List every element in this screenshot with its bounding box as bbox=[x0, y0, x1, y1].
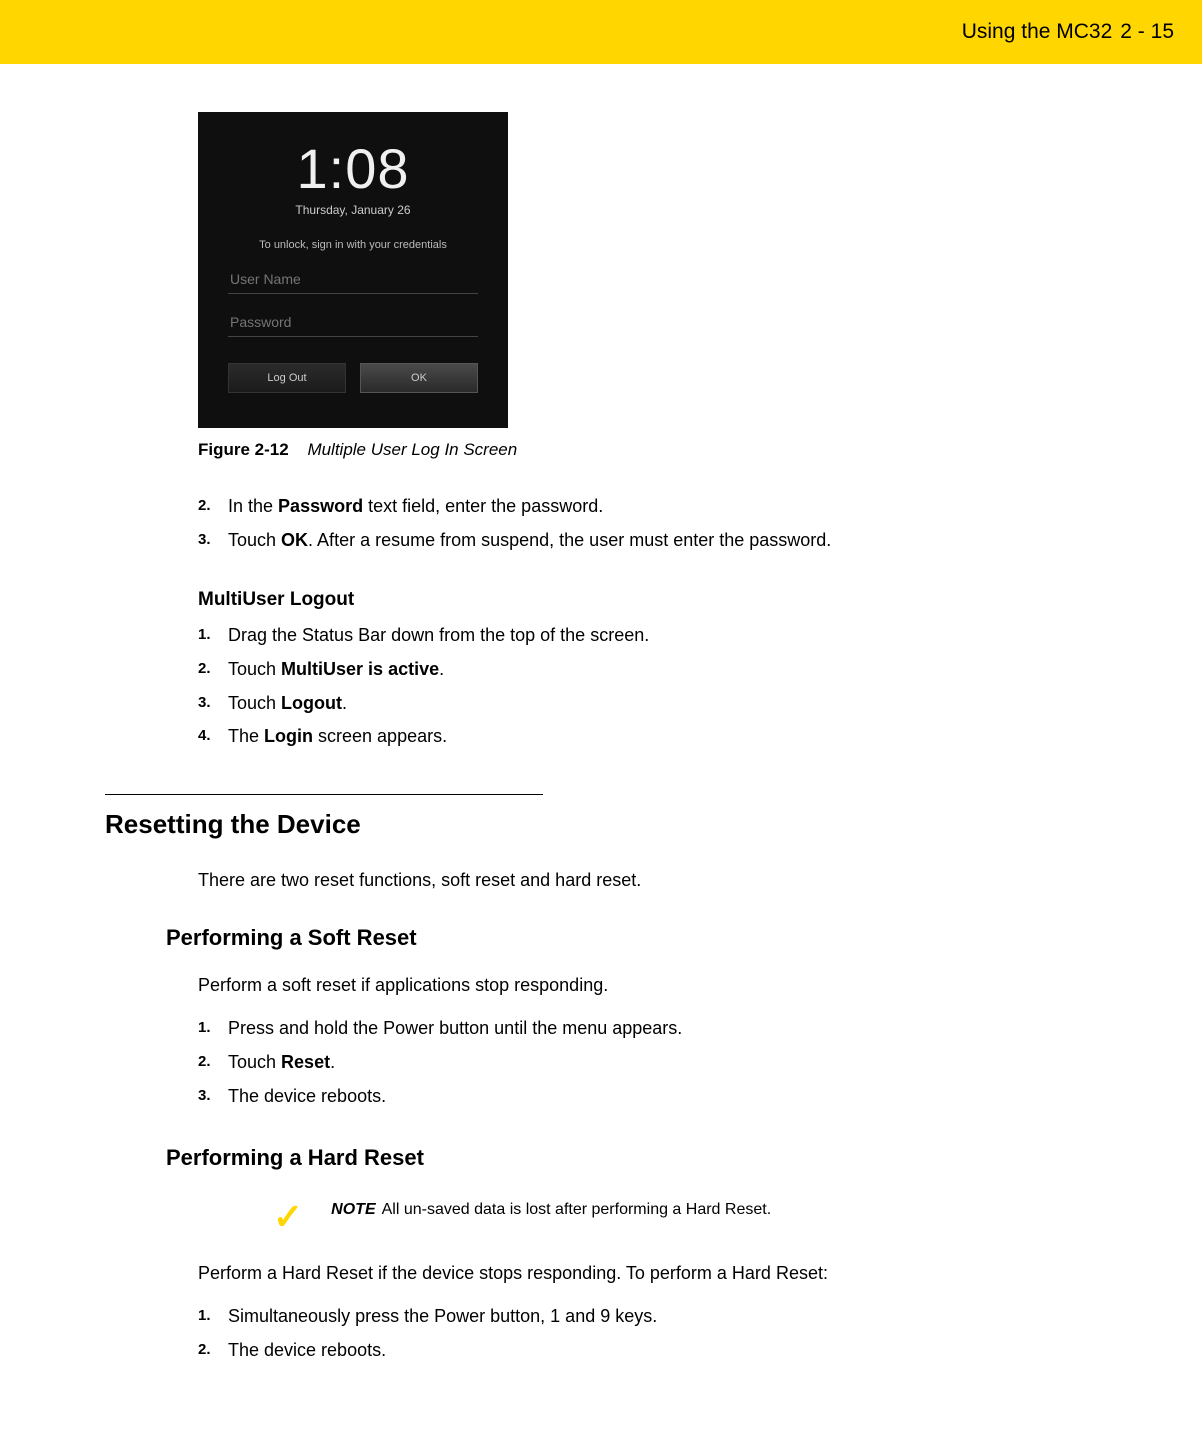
list-text: The device reboots. bbox=[228, 1082, 386, 1112]
list-item: 1.Drag the Status Bar down from the top … bbox=[198, 621, 1099, 651]
list-text: Press and hold the Power button until th… bbox=[228, 1014, 682, 1044]
list-item: 2.Touch MultiUser is active. bbox=[198, 655, 1099, 685]
hard-reset-heading: Performing a Hard Reset bbox=[166, 1145, 1099, 1171]
soft-reset-intro: Perform a soft reset if applications sto… bbox=[198, 975, 1099, 996]
list-item: 2.Touch Reset. bbox=[198, 1048, 1099, 1078]
list-number: 3. bbox=[198, 526, 228, 556]
list-text: In the Password text field, enter the pa… bbox=[228, 492, 603, 522]
login-steps-list: 2.In the Password text field, enter the … bbox=[198, 492, 1099, 555]
list-item: 2.In the Password text field, enter the … bbox=[198, 492, 1099, 522]
list-number: 1. bbox=[198, 1014, 228, 1044]
list-number: 3. bbox=[198, 1082, 228, 1112]
list-number: 2. bbox=[198, 492, 228, 522]
list-number: 1. bbox=[198, 621, 228, 651]
lockscreen-hint: To unlock, sign in with your credentials bbox=[259, 239, 447, 251]
list-text: Simultaneously press the Power button, 1… bbox=[228, 1302, 657, 1332]
list-number: 3. bbox=[198, 689, 228, 719]
list-text: The Login screen appears. bbox=[228, 722, 447, 752]
ok-button[interactable]: OK bbox=[360, 363, 478, 393]
list-number: 2. bbox=[198, 1048, 228, 1078]
reset-intro-text: There are two reset functions, soft rese… bbox=[198, 870, 1099, 891]
section-divider bbox=[105, 794, 543, 795]
username-field[interactable] bbox=[228, 263, 478, 294]
soft-reset-steps-list: 1.Press and hold the Power button until … bbox=[198, 1014, 1099, 1111]
reset-section-title: Resetting the Device bbox=[105, 809, 1099, 840]
list-text: The device reboots. bbox=[228, 1336, 386, 1366]
list-item: 3.Touch OK. After a resume from suspend,… bbox=[198, 526, 1099, 556]
header-page-number: 2 - 15 bbox=[1120, 20, 1174, 44]
list-number: 4. bbox=[198, 722, 228, 752]
list-text: Drag the Status Bar down from the top of… bbox=[228, 621, 649, 651]
page-body: 1:08 Thursday, January 26 To unlock, sig… bbox=[103, 64, 1099, 1366]
lockscreen-clock: 1:08 bbox=[297, 136, 410, 201]
list-number: 2. bbox=[198, 655, 228, 685]
list-text: Touch OK. After a resume from suspend, t… bbox=[228, 526, 831, 556]
list-item: 4.The Login screen appears. bbox=[198, 722, 1099, 752]
header-chapter: Using the MC32 bbox=[962, 20, 1113, 44]
list-number: 2. bbox=[198, 1336, 228, 1366]
list-text: Touch Logout. bbox=[228, 689, 347, 719]
list-item: 3.Touch Logout. bbox=[198, 689, 1099, 719]
multiuser-logout-heading: MultiUser Logout bbox=[198, 589, 1099, 611]
note-text: NOTE All un-saved data is lost after perf… bbox=[331, 1201, 771, 1219]
check-icon: ✓ bbox=[273, 1199, 303, 1235]
password-field[interactable] bbox=[228, 306, 478, 337]
figure-number: Figure 2-12 bbox=[198, 440, 289, 459]
note-body: All un-saved data is lost after performi… bbox=[382, 1201, 772, 1218]
hard-reset-steps-list: 1.Simultaneously press the Power button,… bbox=[198, 1302, 1099, 1365]
list-item: 1.Press and hold the Power button until … bbox=[198, 1014, 1099, 1044]
list-item: 2.The device reboots. bbox=[198, 1336, 1099, 1366]
figure-title: Multiple User Log In Screen bbox=[307, 440, 517, 459]
note-label: NOTE bbox=[331, 1201, 375, 1218]
lockscreen-figure: 1:08 Thursday, January 26 To unlock, sig… bbox=[198, 112, 508, 428]
figure-container: 1:08 Thursday, January 26 To unlock, sig… bbox=[198, 112, 1099, 460]
hard-reset-intro: Perform a Hard Reset if the device stops… bbox=[198, 1263, 1099, 1284]
list-text: Touch Reset. bbox=[228, 1048, 335, 1078]
soft-reset-heading: Performing a Soft Reset bbox=[166, 925, 1099, 951]
note-block: ✓ NOTE All un-saved data is lost after pe… bbox=[273, 1201, 1099, 1235]
list-text: Touch MultiUser is active. bbox=[228, 655, 444, 685]
logout-steps-list: 1.Drag the Status Bar down from the top … bbox=[198, 621, 1099, 752]
page-header: Using the MC32 2 - 15 bbox=[0, 0, 1202, 64]
figure-caption: Figure 2-12 Multiple User Log In Screen bbox=[198, 440, 1099, 460]
lockscreen-button-row: Log Out OK bbox=[228, 363, 478, 393]
lockscreen-date: Thursday, January 26 bbox=[295, 203, 410, 217]
list-item: 3.The device reboots. bbox=[198, 1082, 1099, 1112]
logout-button[interactable]: Log Out bbox=[228, 363, 346, 393]
list-item: 1.Simultaneously press the Power button,… bbox=[198, 1302, 1099, 1332]
list-number: 1. bbox=[198, 1302, 228, 1332]
